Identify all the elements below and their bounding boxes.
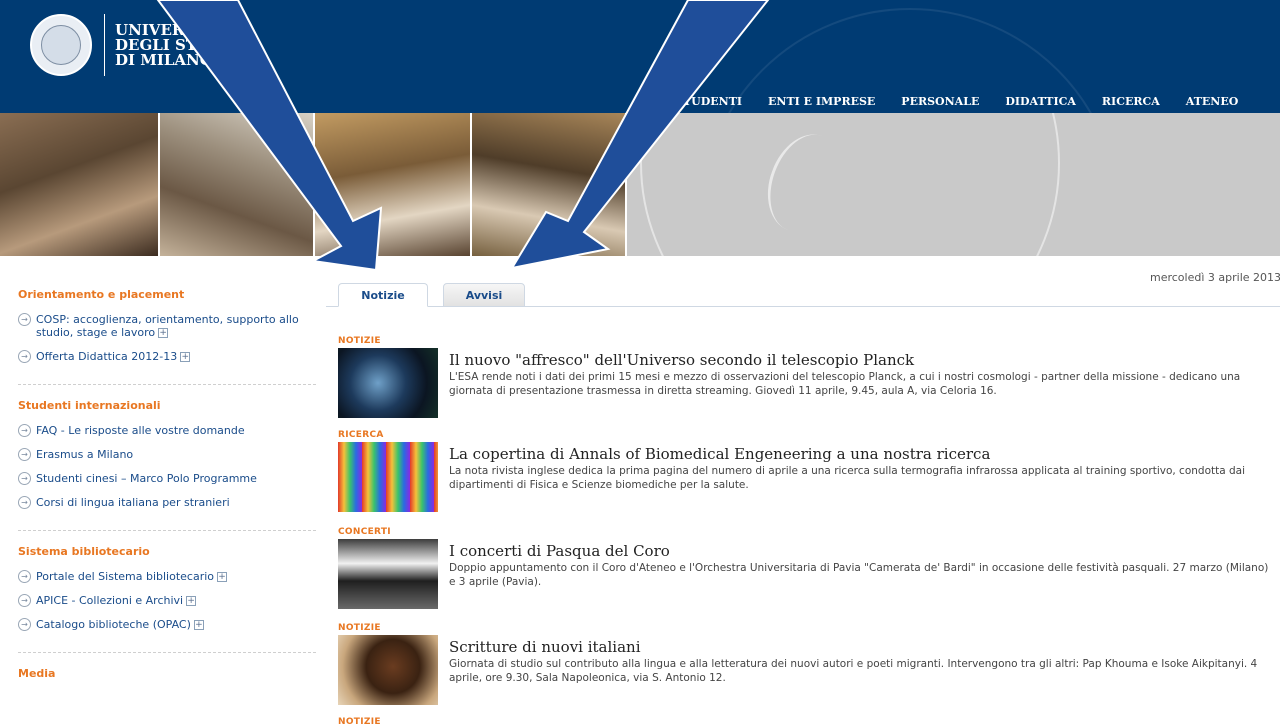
news-category: NOTIZIE — [338, 623, 381, 633]
sidebar-item-portale[interactable]: → Portale del Sistema bibliotecario + — [18, 570, 316, 583]
news-thumbnail-planck[interactable] — [338, 348, 438, 418]
sidebar-item-erasmus[interactable]: → Erasmus a Milano — [18, 448, 316, 461]
sidebar: Orientamento e placement → COSP: accogli… — [18, 288, 316, 680]
banner-photo-lecture-hall-3 — [472, 113, 627, 256]
expand-plus-icon[interactable]: + — [180, 352, 191, 362]
tab-avvisi[interactable]: Avvisi — [443, 283, 525, 307]
news-summary: Giornata di studio sul contributo alla l… — [449, 658, 1258, 684]
sidebar-item-opac[interactable]: → Catalogo biblioteche (OPAC) + — [18, 618, 316, 631]
banner-seal-watermark — [640, 113, 1060, 256]
sidebar-item-label[interactable]: Erasmus a Milano — [36, 448, 133, 461]
news-category: NOTIZIE — [338, 336, 381, 346]
nav-personale[interactable]: PERSONALE — [901, 95, 979, 108]
nav-didattica[interactable]: DIDATTICA — [1005, 95, 1076, 108]
sidebar-item-label[interactable]: APICE - Collezioni e Archivi — [36, 594, 183, 607]
nav-ateneo[interactable]: ATENEO — [1186, 95, 1239, 108]
banner-photo-laboratory — [160, 113, 315, 256]
nav-studenti[interactable]: STUDENTI — [675, 95, 742, 108]
news-category: NOTIZIE — [338, 717, 381, 725]
logo-divider — [104, 14, 105, 76]
news-summary: La nota rivista inglese dedica la prima … — [449, 465, 1246, 491]
main-nav: STUDENTI ENTI E IMPRESE PERSONALE DIDATT… — [675, 95, 1264, 108]
university-logo[interactable]: UNIVERSITÀ DEGLI STUDI DI MILANO — [30, 14, 230, 76]
news-summary: Doppio appuntamento con il Coro d'Ateneo… — [449, 562, 1269, 588]
sidebar-item-label[interactable]: Corsi di lingua italiana per stranieri — [36, 496, 230, 509]
news-title[interactable]: I concerti di Pasqua del Coro — [449, 542, 1269, 560]
arrow-right-icon: → — [18, 424, 31, 437]
news-category: CONCERTI — [338, 527, 391, 537]
site-header: UNIVERSITÀ DEGLI STUDI DI MILANO STUDENT… — [0, 0, 1280, 113]
tab-notizie[interactable]: Notizie — [338, 283, 428, 307]
news-title[interactable]: La copertina di Annals of Biomedical Eng… — [449, 445, 1269, 463]
sidebar-item-label[interactable]: Studenti cinesi – Marco Polo Programme — [36, 472, 257, 485]
expand-plus-icon[interactable]: + — [186, 596, 197, 606]
arrow-right-icon: → — [18, 496, 31, 509]
nav-ricerca[interactable]: RICERCA — [1102, 95, 1160, 108]
sidebar-section-title: Sistema bibliotecario — [18, 545, 150, 558]
sidebar-item-cosp[interactable]: → COSP: accoglienza, orientamento, suppo… — [18, 313, 316, 339]
logo-text: UNIVERSITÀ DEGLI STUDI DI MILANO — [115, 22, 230, 69]
sidebar-section-sistema-bibliotecario: Sistema bibliotecario → Portale del Sist… — [18, 545, 316, 653]
banner-photo-lecture-hall-2 — [315, 113, 472, 256]
expand-plus-icon[interactable]: + — [217, 572, 228, 582]
sidebar-item-corsi-lingua[interactable]: → Corsi di lingua italiana per stranieri — [18, 496, 316, 509]
sidebar-section-studenti-internazionali: Studenti internazionali → FAQ - Le rispo… — [18, 399, 316, 531]
expand-plus-icon[interactable]: + — [158, 328, 169, 338]
sidebar-section-orientamento: Orientamento e placement → COSP: accogli… — [18, 288, 316, 385]
arrow-right-icon: → — [18, 594, 31, 607]
university-seal-icon — [30, 14, 92, 76]
news-item[interactable]: RICERCA La copertina di Annals of Biomed… — [338, 430, 1268, 512]
sidebar-section-title: Orientamento e placement — [18, 288, 185, 301]
news-item[interactable]: NOTIZIE Il nuovo "affresco" dell'Univers… — [338, 336, 1268, 418]
sidebar-section-title-media: Media — [18, 667, 56, 680]
sidebar-item-label[interactable]: Offerta Didattica 2012-13 — [36, 350, 177, 363]
arrow-right-icon: → — [18, 618, 31, 631]
sidebar-section-title: Studenti internazionali — [18, 399, 161, 412]
news-summary: L'ESA rende noti i dati dei primi 15 mes… — [449, 371, 1241, 397]
sidebar-item-apice[interactable]: → APICE - Collezioni e Archivi + — [18, 594, 316, 607]
news-title[interactable]: Scritture di nuovi italiani — [449, 638, 1269, 656]
nav-enti-e-imprese[interactable]: ENTI E IMPRESE — [768, 95, 875, 108]
news-title[interactable]: Il nuovo "affresco" dell'Universo second… — [449, 351, 1269, 369]
arrow-right-icon: → — [18, 472, 31, 485]
news-item[interactable]: CONCERTI I concerti di Pasqua del Coro D… — [338, 527, 1268, 609]
arrow-right-icon: → — [18, 313, 31, 326]
sidebar-item-label[interactable]: Portale del Sistema bibliotecario — [36, 570, 214, 583]
news-thumbnail-thermography[interactable] — [338, 442, 438, 512]
sidebar-item-label[interactable]: FAQ - Le risposte alle vostre domande — [36, 424, 245, 437]
sidebar-item-faq[interactable]: → FAQ - Le risposte alle vostre domande — [18, 424, 316, 437]
photo-banner — [0, 113, 1280, 256]
arrow-right-icon: → — [18, 570, 31, 583]
sidebar-item-label[interactable]: Catalogo biblioteche (OPAC) — [36, 618, 191, 631]
news-item[interactable]: NOTIZIE Scritture di nuovi italiani Gior… — [338, 623, 1268, 705]
sidebar-item-marco-polo[interactable]: → Studenti cinesi – Marco Polo Programme — [18, 472, 316, 485]
expand-plus-icon[interactable]: + — [193, 620, 204, 630]
logo-line-3: DI MILANO — [115, 50, 213, 69]
arrow-right-icon: → — [18, 448, 31, 461]
news-thumbnail-author[interactable] — [338, 635, 438, 705]
news-thumbnail-choir[interactable] — [338, 539, 438, 609]
news-tabs: Notizie Avvisi — [326, 283, 1280, 307]
news-category: RICERCA — [338, 430, 384, 440]
sidebar-item-offerta-didattica[interactable]: → Offerta Didattica 2012-13 + — [18, 350, 316, 363]
news-item[interactable]: NOTIZIE — [338, 717, 1268, 725]
banner-photo-lecture-hall-1 — [0, 113, 160, 256]
arrow-right-icon: → — [18, 350, 31, 363]
